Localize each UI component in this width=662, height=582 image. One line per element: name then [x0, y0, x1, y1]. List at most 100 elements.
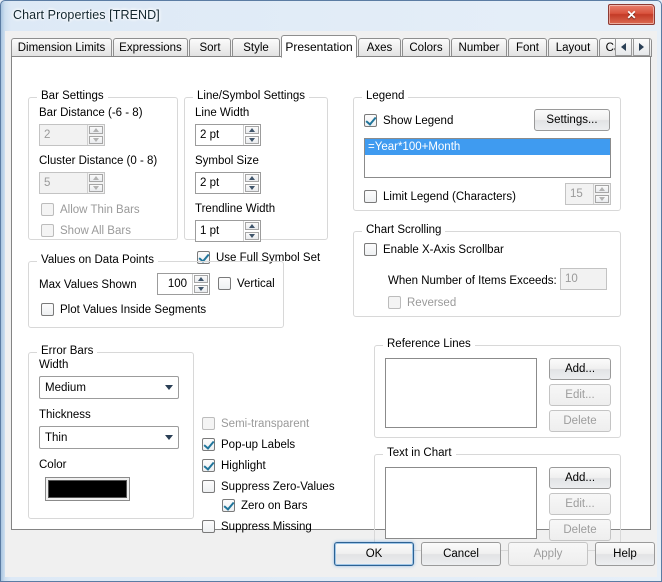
tab-layout[interactable]: Layout: [548, 38, 598, 57]
symbol-size-stepper-buttons[interactable]: [243, 173, 260, 193]
stepper-up-button[interactable]: [245, 174, 259, 182]
semi-transparent-checkbox[interactable]: Semi-transparent: [202, 417, 309, 430]
checkbox-box: [364, 190, 377, 203]
stepper-down-button[interactable]: [595, 195, 609, 203]
legend-settings-button[interactable]: Settings...: [534, 109, 610, 131]
tab-style[interactable]: Style: [232, 38, 280, 57]
ok-button[interactable]: OK: [334, 542, 414, 566]
chevron-down-icon: [160, 385, 178, 390]
cluster-distance-stepper-buttons[interactable]: [87, 173, 104, 193]
popup-labels-label: Pop-up Labels: [221, 438, 296, 451]
window-title: Chart Properties [TREND]: [13, 8, 160, 22]
close-icon: ✕: [626, 7, 637, 22]
chevron-left-icon: [621, 43, 626, 51]
tab-expressions[interactable]: Expressions: [113, 38, 188, 57]
reference-lines-listbox[interactable]: [385, 358, 537, 428]
limit-legend-stepper-buttons[interactable]: [593, 184, 610, 204]
max-values-shown-stepper[interactable]: 100: [157, 273, 210, 295]
text-in-chart-listbox[interactable]: [385, 467, 537, 539]
stepper-down-button[interactable]: [89, 184, 103, 192]
show-legend-checkbox[interactable]: Show Legend: [364, 114, 453, 127]
tab-number[interactable]: Number: [451, 38, 507, 57]
when-items-exceeds-input[interactable]: 10: [560, 268, 607, 290]
line-symbol-settings-title: Line/Symbol Settings: [193, 90, 310, 102]
chevron-right-icon: [639, 43, 644, 51]
caret-down-icon: [93, 138, 99, 142]
list-item[interactable]: =Year*100+Month: [365, 139, 610, 155]
close-button[interactable]: ✕: [608, 4, 655, 25]
stepper-down-button[interactable]: [194, 285, 208, 293]
bar-settings-group: Bar Settings Bar Distance (-6 - 8) 2 Clu…: [28, 90, 178, 240]
limit-legend-label: Limit Legend (Characters): [383, 190, 516, 203]
trendline-width-stepper-buttons[interactable]: [243, 221, 260, 241]
tab-presentation[interactable]: Presentation: [281, 35, 357, 58]
symbol-size-stepper[interactable]: 2 pt: [195, 172, 261, 194]
limit-legend-stepper[interactable]: 15: [565, 183, 611, 205]
tab-sort[interactable]: Sort: [189, 38, 231, 57]
tab-axes[interactable]: Axes: [358, 38, 401, 57]
bar-distance-stepper-buttons[interactable]: [87, 125, 104, 145]
stepper-up-button[interactable]: [245, 126, 259, 134]
trendline-width-stepper[interactable]: 1 pt: [195, 220, 261, 242]
error-bars-group: Error Bars Width Medium Thickness Thin C…: [28, 345, 194, 519]
stepper-up-button[interactable]: [89, 126, 103, 134]
enable-x-axis-scrollbar-checkbox[interactable]: Enable X-Axis Scrollbar: [364, 243, 504, 256]
stepper-up-button[interactable]: [245, 222, 259, 230]
cluster-distance-stepper[interactable]: 5: [39, 172, 105, 194]
tab-colors[interactable]: Colors: [402, 38, 450, 57]
stepper-down-button[interactable]: [245, 184, 259, 192]
error-bar-thickness-select[interactable]: Thin: [39, 426, 179, 449]
error-bar-color-swatch[interactable]: [45, 477, 130, 501]
reversed-label: Reversed: [407, 296, 457, 309]
caret-up-icon: [249, 176, 255, 180]
enable-x-axis-scrollbar-label: Enable X-Axis Scrollbar: [383, 243, 504, 256]
limit-legend-checkbox[interactable]: Limit Legend (Characters): [364, 190, 516, 203]
checkbox-box: [41, 224, 54, 237]
stepper-down-button[interactable]: [89, 136, 103, 144]
apply-button[interactable]: Apply: [508, 542, 588, 566]
caret-up-icon: [93, 176, 99, 180]
stepper-up-button[interactable]: [89, 174, 103, 182]
reference-lines-delete-button[interactable]: Delete: [549, 410, 611, 432]
cancel-button[interactable]: Cancel: [421, 542, 501, 566]
legend-listbox[interactable]: =Year*100+Month: [364, 138, 611, 178]
stepper-down-button[interactable]: [245, 232, 259, 240]
line-width-stepper[interactable]: 2 pt: [195, 124, 261, 146]
reference-lines-add-button[interactable]: Add...: [549, 358, 611, 380]
error-bar-width-select[interactable]: Medium: [39, 376, 179, 399]
zero-on-bars-checkbox[interactable]: Zero on Bars: [222, 499, 307, 512]
presentation-tab-page: Bar Settings Bar Distance (-6 - 8) 2 Clu…: [11, 56, 651, 551]
tab-dimension-limits[interactable]: Dimension Limits: [11, 38, 112, 57]
stepper-down-button[interactable]: [245, 136, 259, 144]
cluster-distance-value: 5: [44, 177, 51, 189]
allow-thin-bars-checkbox[interactable]: Allow Thin Bars: [41, 203, 140, 216]
caret-up-icon: [599, 187, 605, 191]
help-label: Help: [613, 548, 637, 560]
max-values-stepper-buttons[interactable]: [192, 274, 209, 294]
highlight-checkbox[interactable]: Highlight: [202, 459, 266, 472]
vertical-checkbox[interactable]: Vertical: [218, 277, 275, 290]
tab-label: Font: [515, 41, 539, 54]
reference-lines-edit-button[interactable]: Edit...: [549, 384, 611, 406]
text-in-chart-add-button[interactable]: Add...: [549, 467, 611, 489]
tab-font[interactable]: Font: [508, 38, 547, 57]
plot-values-inside-segments-checkbox[interactable]: Plot Values Inside Segments: [41, 303, 206, 316]
max-values-shown-value: 100: [167, 278, 187, 290]
suppress-zero-values-checkbox[interactable]: Suppress Zero-Values: [202, 480, 335, 493]
help-button[interactable]: Help: [595, 542, 655, 566]
caret-up-icon: [93, 128, 99, 132]
text-in-chart-edit-button[interactable]: Edit...: [549, 493, 611, 515]
plot-values-inside-segments-label: Plot Values Inside Segments: [60, 303, 207, 316]
show-all-bars-checkbox[interactable]: Show All Bars: [41, 224, 131, 237]
chart-scrolling-title: Chart Scrolling: [362, 224, 446, 236]
reversed-checkbox[interactable]: Reversed: [388, 296, 456, 309]
caret-down-icon: [93, 186, 99, 190]
popup-labels-checkbox[interactable]: Pop-up Labels: [202, 438, 295, 451]
stepper-up-button[interactable]: [595, 185, 609, 193]
bar-distance-value: 2: [44, 129, 51, 141]
stepper-up-button[interactable]: [194, 275, 208, 283]
line-width-stepper-buttons[interactable]: [243, 125, 260, 145]
scroll-tabs-left-button[interactable]: [615, 38, 632, 56]
scroll-tabs-right-button[interactable]: [633, 38, 650, 56]
bar-distance-stepper[interactable]: 2: [39, 124, 105, 146]
